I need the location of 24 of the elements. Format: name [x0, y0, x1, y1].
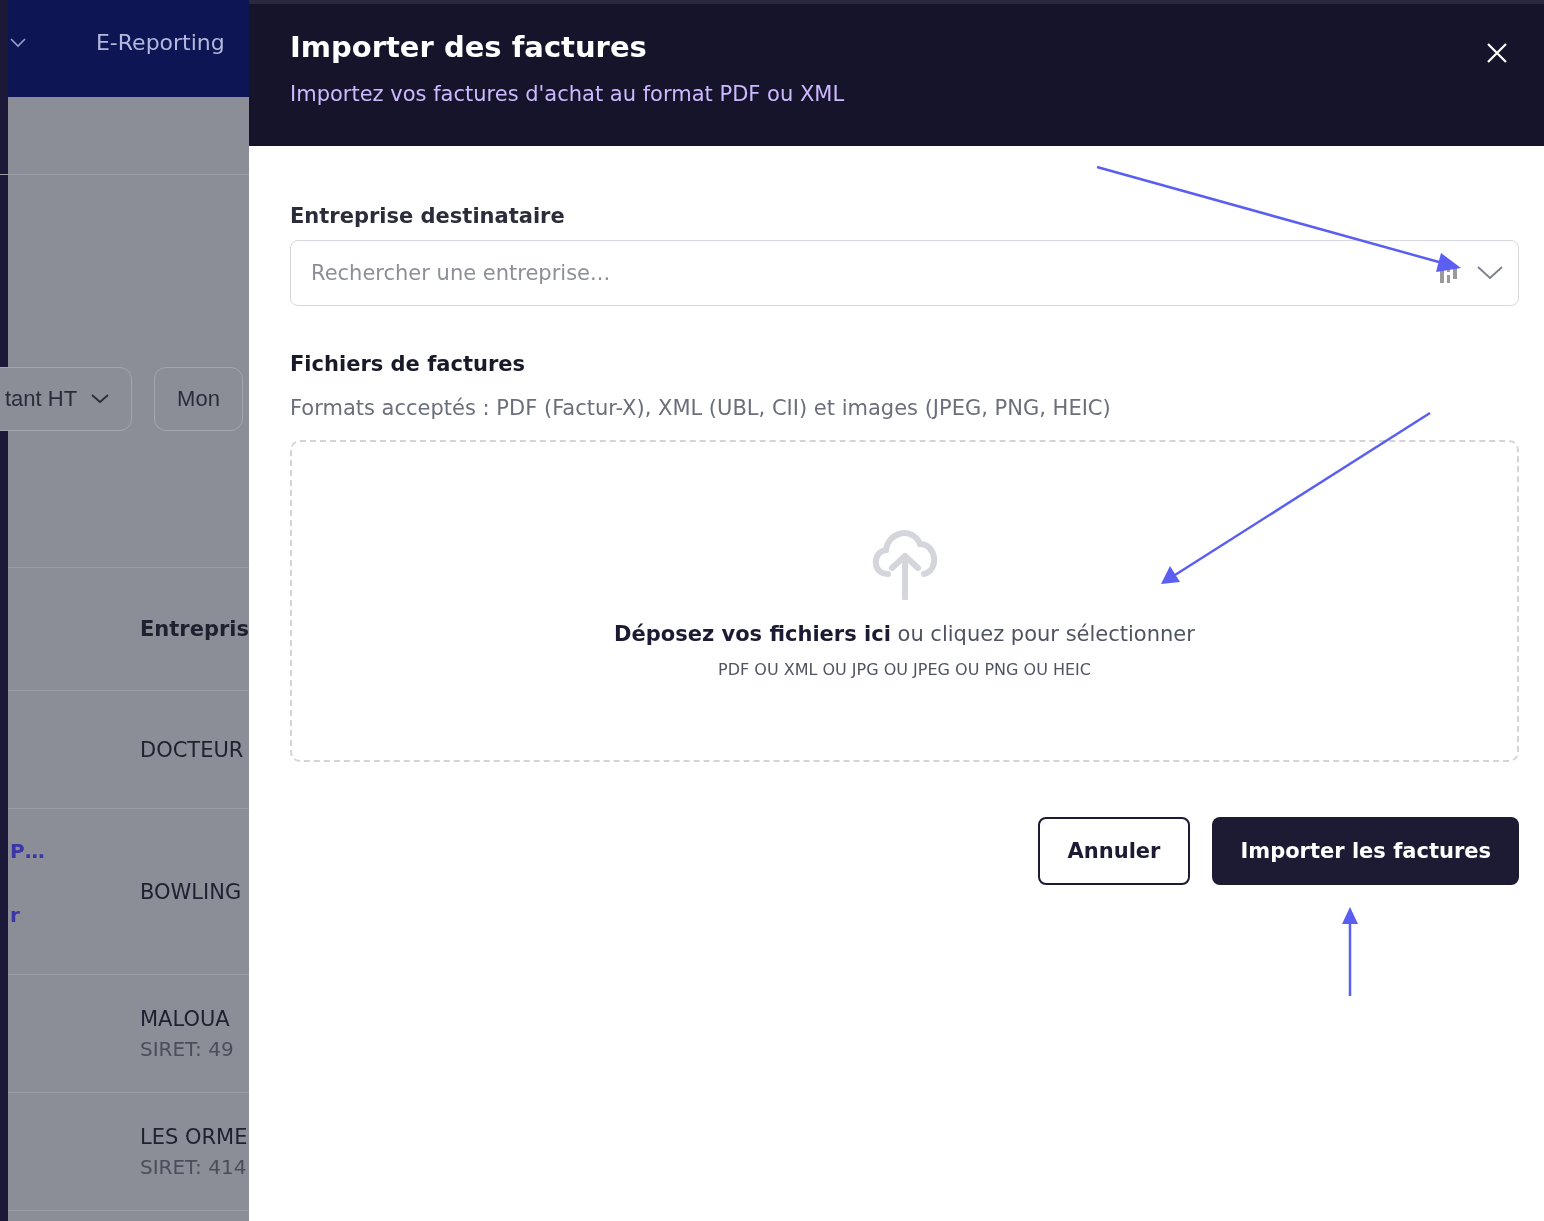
- dialog-title: Importer des factures: [290, 30, 648, 64]
- company-search-field[interactable]: Rechercher une entreprise...: [290, 240, 1519, 306]
- siret-text: SIRET: 414: [139, 1154, 248, 1179]
- field-label: Entreprise destinataire: [290, 204, 566, 228]
- company-name: MALOUA: [139, 1006, 231, 1031]
- cancel-button[interactable]: Annuler: [1037, 817, 1191, 885]
- company-name: BOWLING: [139, 879, 242, 904]
- accepted-formats: PDF OU XML OU JPG OU JPEG OU PNG OU HEIC: [718, 659, 1091, 679]
- siret-text: SIRET: 49: [139, 1036, 234, 1061]
- filter-dropdown[interactable]: Mon: [154, 367, 243, 431]
- column-header: Entrepris: [139, 617, 249, 641]
- dialog-subtitle: Importez vos factures d'achat au format PDF ou XML: [290, 82, 845, 106]
- company-name: LES ORME: [139, 1124, 248, 1149]
- nav-item[interactable]: E-Reporting: [95, 30, 225, 55]
- filter-dropdown[interactable]: tant HT: [0, 367, 133, 431]
- chevron-down-icon[interactable]: [9, 38, 26, 48]
- formats-hint: Formats acceptés : PDF (Factur-X), XML (UBL, CII) et images (JPEG, PNG, HEIC): [290, 396, 1112, 420]
- chevron-down-icon: [1477, 266, 1503, 280]
- import-button[interactable]: Importer les factures: [1212, 817, 1519, 885]
- file-drop-zone[interactable]: Déposez vos fichiers ici ou cliquez pour sélectionner PDF OU XML OU JPG OU JPEG OU PNG OU HEIC: [290, 440, 1519, 762]
- chevron-down-icon: [91, 394, 110, 404]
- company-name: DOCTEUR: [139, 737, 244, 762]
- drop-instructions: Déposez vos fichiers ici ou cliquez pour sélectionner: [614, 621, 1195, 646]
- section-title: Fichiers de factures: [290, 352, 526, 376]
